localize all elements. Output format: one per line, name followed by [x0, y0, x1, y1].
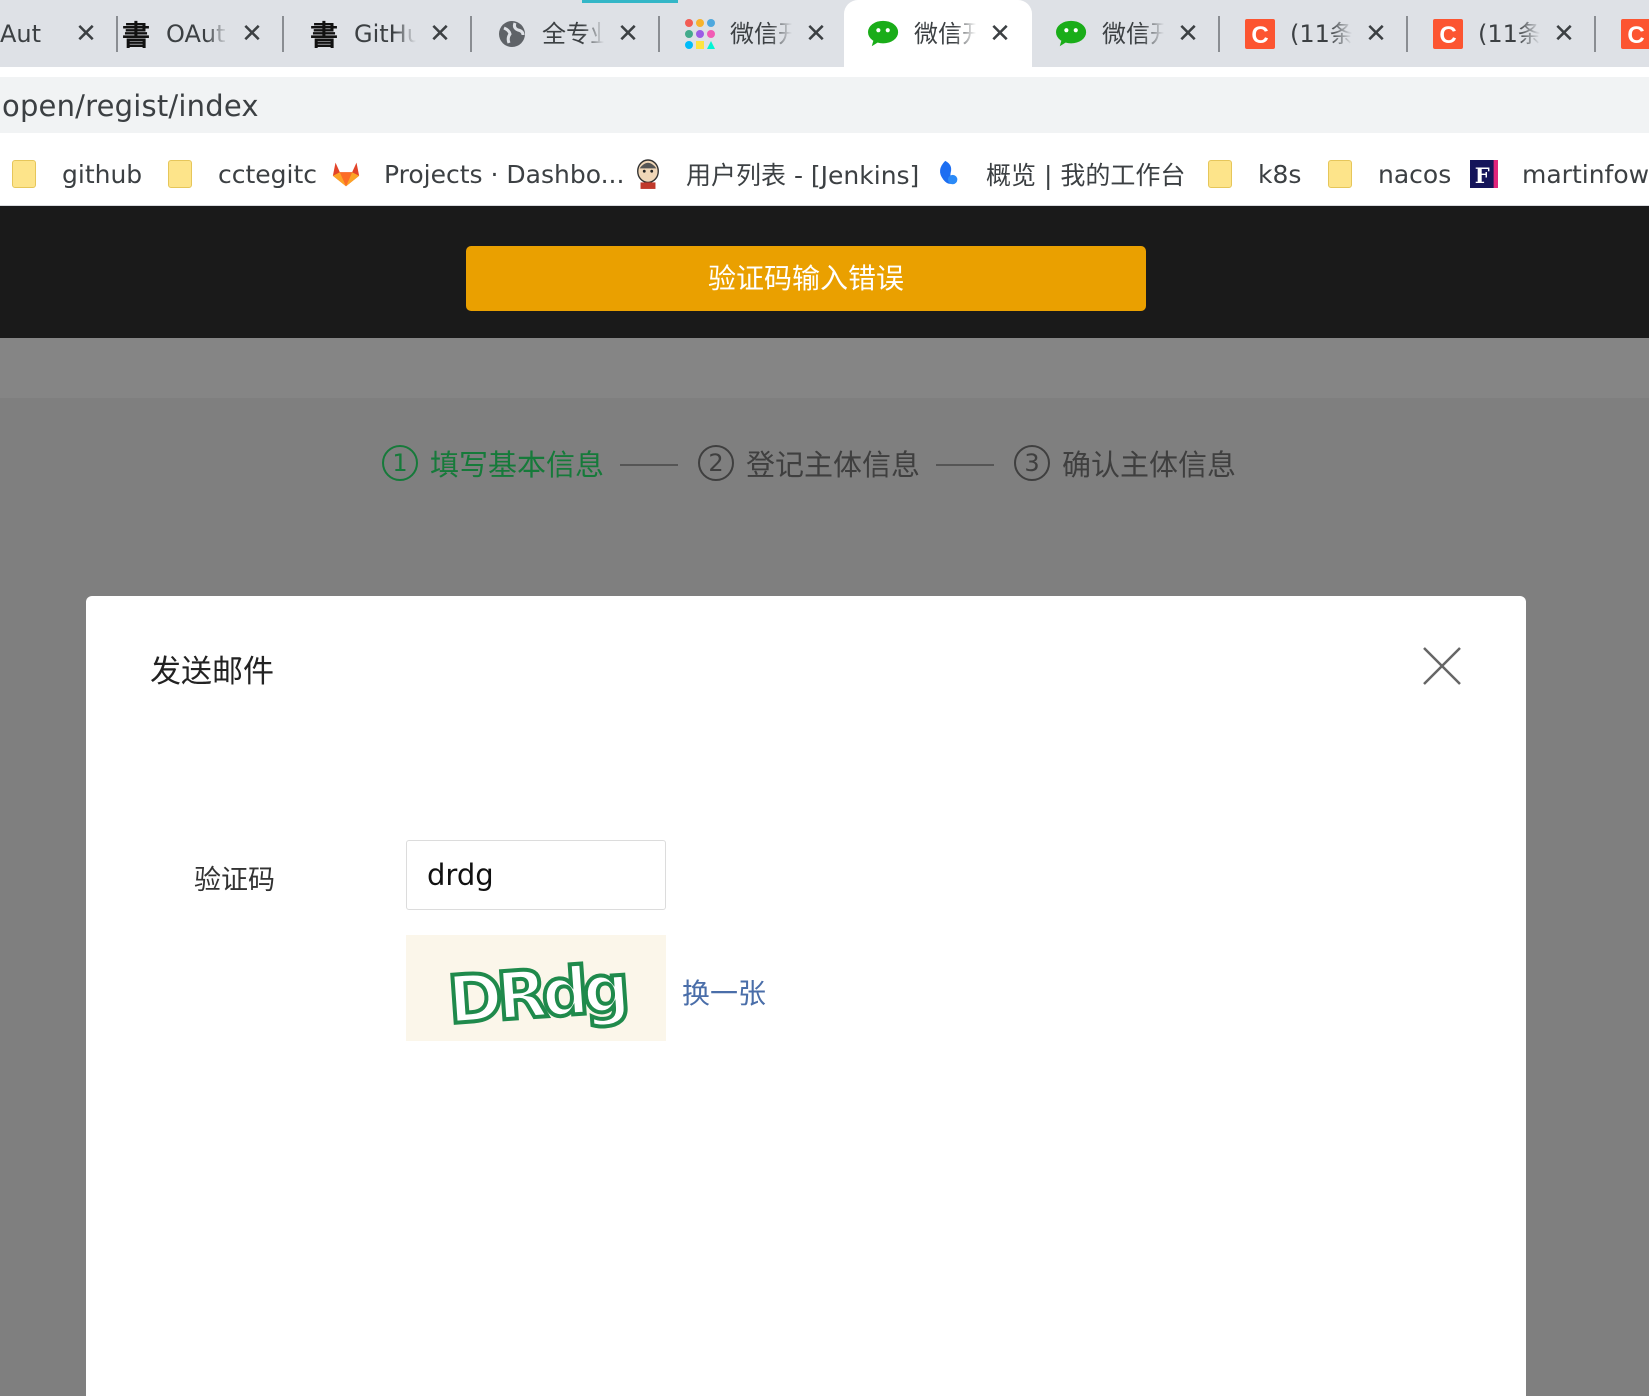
captcha-image[interactable]: DRdg: [406, 935, 666, 1041]
browser-tab[interactable]: C (11条 ✕: [1220, 0, 1408, 67]
svg-text:C: C: [1251, 22, 1268, 49]
tab-title: 微信开: [914, 20, 976, 48]
tab-title: 全专业: [542, 20, 604, 48]
bookmark-gitlab-projects[interactable]: Projects · Dashbo...: [332, 152, 624, 196]
step-3: 3 确认主体信息: [1014, 438, 1236, 488]
browser-tab[interactable]: C (11条 ✕: [1408, 0, 1596, 67]
step-2: 2 登记主体信息: [698, 438, 920, 488]
refresh-captcha-link[interactable]: 换一张: [682, 972, 766, 1012]
bookmark-k8s[interactable]: k8s: [1206, 152, 1301, 196]
registration-steps: 1 填写基本信息 2 登记主体信息 3 确认主体信息: [0, 438, 1649, 488]
dialog-title: 发送邮件: [150, 654, 274, 690]
browser-tab[interactable]: 微信开 ✕: [1032, 0, 1220, 67]
browser-tab[interactable]: 書 GitHu ✕: [284, 0, 472, 67]
bookmark-label: 用户列表 - [Jenkins]: [686, 161, 920, 190]
browser-tab[interactable]: 微信开 ✕: [660, 0, 848, 67]
gitlab-fox-icon: [332, 159, 360, 189]
svg-text:F: F: [1475, 163, 1490, 188]
tab-close-icon[interactable]: ✕: [802, 20, 830, 48]
bookmark-nacos[interactable]: nacos: [1326, 152, 1451, 196]
send-email-dialog: 发送邮件 验证码 DRdg 换一张: [86, 596, 1526, 1396]
captcha-text: DRdg: [445, 950, 627, 1039]
folder-icon: [10, 159, 38, 189]
bookmark-label: cctegitc: [218, 159, 318, 189]
url-field[interactable]: open/regist/index: [0, 77, 1649, 133]
tab-close-icon[interactable]: ✕: [986, 20, 1014, 48]
address-bar: open/regist/index: [0, 67, 1649, 142]
page-header-bar: 验证码输入错误: [0, 206, 1649, 338]
tab-close-icon[interactable]: ✕: [1550, 20, 1578, 48]
browser-tab[interactable]: 書 OAut ✕: [96, 0, 284, 67]
error-toast: 验证码输入错误: [466, 246, 1146, 311]
tab-title: (11条: [1290, 20, 1352, 48]
step-label: 确认主体信息: [1062, 448, 1237, 482]
captcha-label: 验证码: [194, 865, 275, 896]
step-label: 填写基本信息: [430, 448, 605, 482]
tab-close-icon[interactable]: ✕: [238, 20, 266, 48]
bookmark-label: k8s: [1258, 159, 1302, 189]
folder-icon: [1326, 159, 1354, 189]
tab-title: 微信开: [730, 20, 792, 48]
close-icon[interactable]: [1422, 646, 1462, 686]
step-1: 1 填写基本信息: [382, 438, 604, 488]
step-number: 2: [698, 445, 734, 481]
bookmark-label: github: [62, 159, 143, 189]
page-band: [0, 338, 1649, 398]
workbench-icon: [934, 159, 962, 189]
browser-tab[interactable]: C: [1596, 0, 1649, 67]
tab-close-icon[interactable]: ✕: [1362, 20, 1390, 48]
captcha-input[interactable]: [406, 840, 666, 910]
shu-calligraphy-icon: 書: [309, 19, 338, 52]
tab-title: 微信开: [1102, 20, 1164, 48]
bookmark-workbench[interactable]: 概览 | 我的工作台: [934, 152, 1185, 196]
bookmark-label: 概览 | 我的工作台: [986, 161, 1186, 190]
wechat-icon: [1056, 18, 1088, 50]
tab-title: Aut: [0, 20, 42, 48]
wechat-icon: [868, 18, 900, 50]
bookmark-label: nacos: [1378, 159, 1452, 189]
tab-close-icon[interactable]: ✕: [426, 20, 454, 48]
tab-title: (11条: [1478, 20, 1540, 48]
tab-strip: Aut ✕ 書 OAut ✕ 書 GitHu ✕ 全专业 ✕ 微信开 ✕ 微信开…: [0, 0, 1649, 67]
step-number: 3: [1014, 445, 1050, 481]
f-logo-icon: F: [1470, 159, 1498, 189]
csdn-c-icon: C: [1432, 18, 1464, 50]
folder-icon: [1206, 159, 1234, 189]
bookmark-github[interactable]: github: [10, 152, 142, 196]
svg-text:C: C: [1627, 22, 1644, 49]
jenkins-icon: [634, 159, 662, 189]
colorful-dots-icon: [684, 18, 716, 50]
bookmark-martinfowler[interactable]: F martinfowle: [1470, 152, 1649, 196]
csdn-c-icon: C: [1244, 18, 1276, 50]
bookmark-label: Projects · Dashbo...: [384, 159, 625, 189]
svg-text:C: C: [1439, 22, 1456, 49]
shu-calligraphy-icon: 書: [121, 19, 150, 52]
browser-tab[interactable]: 全专业 ✕: [472, 0, 660, 67]
globe-icon: [496, 18, 528, 50]
folder-icon: [166, 159, 194, 189]
url-text[interactable]: open/regist/index: [2, 89, 259, 123]
bookmark-label: martinfowle: [1522, 159, 1649, 189]
step-connector: [936, 464, 994, 466]
step-connector: [620, 464, 678, 466]
browser-tab-active[interactable]: 微信开 ✕: [844, 0, 1032, 67]
bookmarks-bar: github cctegitc Projects · Dashbo... 用户列…: [0, 142, 1649, 206]
tab-close-icon[interactable]: ✕: [614, 20, 642, 48]
step-label: 登记主体信息: [746, 448, 921, 482]
tab-title: GitHu: [354, 20, 416, 48]
tab-title: OAut: [166, 20, 226, 48]
tab-close-icon[interactable]: ✕: [1174, 20, 1202, 48]
step-number: 1: [382, 445, 418, 481]
bookmark-jenkins[interactable]: 用户列表 - [Jenkins]: [634, 152, 919, 196]
bookmark-cctegitc[interactable]: cctegitc: [166, 152, 317, 196]
csdn-c-icon: C: [1620, 18, 1649, 50]
